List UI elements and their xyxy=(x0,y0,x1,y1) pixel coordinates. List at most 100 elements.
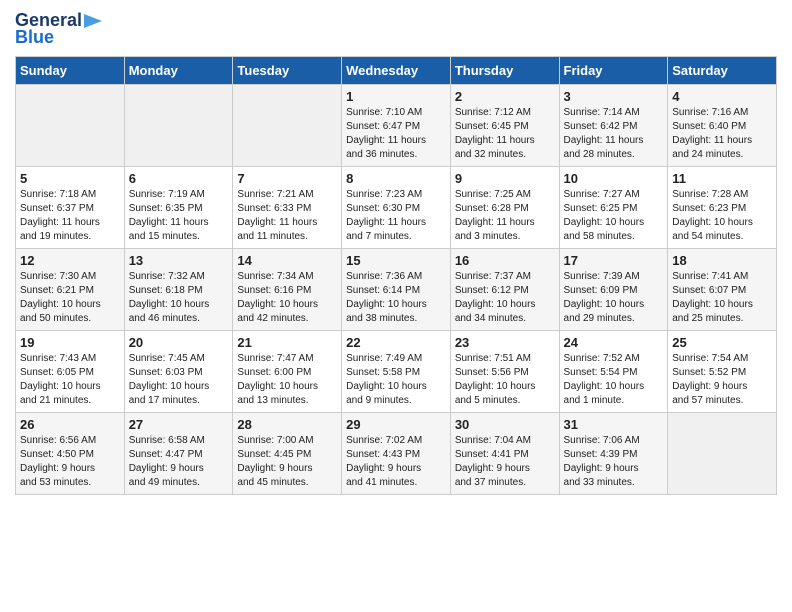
day-info: Sunrise: 7:54 AM Sunset: 5:52 PM Dayligh… xyxy=(672,352,772,408)
day-number: 5 xyxy=(20,171,120,186)
day-number: 27 xyxy=(129,417,229,432)
calendar-cell: 17 Sunrise: 7:39 AM Sunset: 6:09 PM Dayli… xyxy=(559,249,668,331)
calendar-cell: 25 Sunrise: 7:54 AM Sunset: 5:52 PM Dayli… xyxy=(668,331,777,413)
day-number: 2 xyxy=(455,89,555,104)
calendar-cell xyxy=(233,85,342,167)
calendar-cell: 10Sunrise: 7:27 AM Sunset: 6:25 PM Dayli… xyxy=(559,167,668,249)
day-info: Sunrise: 7:45 AM Sunset: 6:03 PM Dayligh… xyxy=(129,352,229,408)
day-info: Sunrise: 7:00 AM Sunset: 4:45 PM Dayligh… xyxy=(237,434,337,490)
day-number: 29 xyxy=(346,417,446,432)
calendar-cell: 20 Sunrise: 7:45 AM Sunset: 6:03 PM Dayli… xyxy=(124,331,233,413)
day-info: Sunrise: 7:19 AM Sunset: 6:35 PM Dayligh… xyxy=(129,188,229,244)
day-number: 1 xyxy=(346,89,446,104)
day-info: Sunrise: 7:32 AM Sunset: 6:18 PM Dayligh… xyxy=(129,270,229,326)
header-saturday: Saturday xyxy=(668,57,777,85)
calendar-cell: 24Sunrise: 7:52 AM Sunset: 5:54 PM Dayli… xyxy=(559,331,668,413)
day-number: 11 xyxy=(672,171,772,186)
header-tuesday: Tuesday xyxy=(233,57,342,85)
day-number: 20 xyxy=(129,335,229,350)
day-info: Sunrise: 7:52 AM Sunset: 5:54 PM Dayligh… xyxy=(564,352,664,408)
day-number: 28 xyxy=(237,417,337,432)
day-info: Sunrise: 7:18 AM Sunset: 6:37 PM Dayligh… xyxy=(20,188,120,244)
day-number: 9 xyxy=(455,171,555,186)
calendar-cell: 15 Sunrise: 7:36 AM Sunset: 6:14 PM Dayli… xyxy=(342,249,451,331)
day-number: 21 xyxy=(237,335,337,350)
day-info: Sunrise: 6:56 AM Sunset: 4:50 PM Dayligh… xyxy=(20,434,120,490)
calendar-cell: 2 Sunrise: 7:12 AM Sunset: 6:45 PM Daylig… xyxy=(450,85,559,167)
day-number: 7 xyxy=(237,171,337,186)
day-info: Sunrise: 7:25 AM Sunset: 6:28 PM Dayligh… xyxy=(455,188,555,244)
day-number: 12 xyxy=(20,253,120,268)
calendar-cell: 3 Sunrise: 7:14 AM Sunset: 6:42 PM Daylig… xyxy=(559,85,668,167)
calendar-cell xyxy=(16,85,125,167)
calendar-cell: 5 Sunrise: 7:18 AM Sunset: 6:37 PM Daylig… xyxy=(16,167,125,249)
day-info: Sunrise: 7:49 AM Sunset: 5:58 PM Dayligh… xyxy=(346,352,446,408)
day-number: 13 xyxy=(129,253,229,268)
calendar-cell: 7 Sunrise: 7:21 AM Sunset: 6:33 PM Daylig… xyxy=(233,167,342,249)
calendar-cell: 26 Sunrise: 6:56 AM Sunset: 4:50 PM Dayli… xyxy=(16,413,125,495)
day-info: Sunrise: 7:34 AM Sunset: 6:16 PM Dayligh… xyxy=(237,270,337,326)
day-number: 26 xyxy=(20,417,120,432)
day-info: Sunrise: 7:23 AM Sunset: 6:30 PM Dayligh… xyxy=(346,188,446,244)
calendar-cell: 23 Sunrise: 7:51 AM Sunset: 5:56 PM Dayli… xyxy=(450,331,559,413)
calendar-cell: 29 Sunrise: 7:02 AM Sunset: 4:43 PM Dayli… xyxy=(342,413,451,495)
calendar-cell xyxy=(668,413,777,495)
day-info: Sunrise: 7:06 AM Sunset: 4:39 PM Dayligh… xyxy=(564,434,664,490)
calendar-cell: 27 Sunrise: 6:58 AM Sunset: 4:47 PM Dayli… xyxy=(124,413,233,495)
calendar-cell: 6 Sunrise: 7:19 AM Sunset: 6:35 PM Daylig… xyxy=(124,167,233,249)
day-info: Sunrise: 7:21 AM Sunset: 6:33 PM Dayligh… xyxy=(237,188,337,244)
day-info: Sunrise: 6:58 AM Sunset: 4:47 PM Dayligh… xyxy=(129,434,229,490)
calendar-cell: 1 Sunrise: 7:10 AM Sunset: 6:47 PM Daylig… xyxy=(342,85,451,167)
calendar-week-row: 12 Sunrise: 7:30 AM Sunset: 6:21 PM Dayli… xyxy=(16,249,777,331)
day-info: Sunrise: 7:10 AM Sunset: 6:47 PM Dayligh… xyxy=(346,106,446,162)
calendar-cell: 8 Sunrise: 7:23 AM Sunset: 6:30 PM Daylig… xyxy=(342,167,451,249)
header-friday: Friday xyxy=(559,57,668,85)
day-info: Sunrise: 7:37 AM Sunset: 6:12 PM Dayligh… xyxy=(455,270,555,326)
day-info: Sunrise: 7:36 AM Sunset: 6:14 PM Dayligh… xyxy=(346,270,446,326)
calendar-week-row: 26 Sunrise: 6:56 AM Sunset: 4:50 PM Dayli… xyxy=(16,413,777,495)
day-info: Sunrise: 7:30 AM Sunset: 6:21 PM Dayligh… xyxy=(20,270,120,326)
calendar-header-row: SundayMondayTuesdayWednesdayThursdayFrid… xyxy=(16,57,777,85)
calendar-cell: 31 Sunrise: 7:06 AM Sunset: 4:39 PM Dayli… xyxy=(559,413,668,495)
logo: General Blue xyxy=(15,10,104,48)
day-number: 23 xyxy=(455,335,555,350)
day-info: Sunrise: 7:12 AM Sunset: 6:45 PM Dayligh… xyxy=(455,106,555,162)
day-info: Sunrise: 7:51 AM Sunset: 5:56 PM Dayligh… xyxy=(455,352,555,408)
day-info: Sunrise: 7:28 AM Sunset: 6:23 PM Dayligh… xyxy=(672,188,772,244)
calendar-week-row: 19Sunrise: 7:43 AM Sunset: 6:05 PM Dayli… xyxy=(16,331,777,413)
day-number: 8 xyxy=(346,171,446,186)
day-info: Sunrise: 7:47 AM Sunset: 6:00 PM Dayligh… xyxy=(237,352,337,408)
day-info: Sunrise: 7:02 AM Sunset: 4:43 PM Dayligh… xyxy=(346,434,446,490)
calendar-cell: 19Sunrise: 7:43 AM Sunset: 6:05 PM Dayli… xyxy=(16,331,125,413)
header-wednesday: Wednesday xyxy=(342,57,451,85)
calendar-cell: 11 Sunrise: 7:28 AM Sunset: 6:23 PM Dayli… xyxy=(668,167,777,249)
header-monday: Monday xyxy=(124,57,233,85)
day-number: 16 xyxy=(455,253,555,268)
calendar-cell: 12 Sunrise: 7:30 AM Sunset: 6:21 PM Dayli… xyxy=(16,249,125,331)
calendar-cell: 14 Sunrise: 7:34 AM Sunset: 6:16 PM Dayli… xyxy=(233,249,342,331)
header-thursday: Thursday xyxy=(450,57,559,85)
day-number: 25 xyxy=(672,335,772,350)
calendar-cell: 9 Sunrise: 7:25 AM Sunset: 6:28 PM Daylig… xyxy=(450,167,559,249)
calendar-cell xyxy=(124,85,233,167)
calendar-week-row: 1 Sunrise: 7:10 AM Sunset: 6:47 PM Daylig… xyxy=(16,85,777,167)
calendar-cell: 13 Sunrise: 7:32 AM Sunset: 6:18 PM Dayli… xyxy=(124,249,233,331)
day-number: 31 xyxy=(564,417,664,432)
calendar-cell: 4Sunrise: 7:16 AM Sunset: 6:40 PM Daylig… xyxy=(668,85,777,167)
day-info: Sunrise: 7:43 AM Sunset: 6:05 PM Dayligh… xyxy=(20,352,120,408)
day-number: 15 xyxy=(346,253,446,268)
day-number: 6 xyxy=(129,171,229,186)
day-number: 10 xyxy=(564,171,664,186)
calendar-cell: 30Sunrise: 7:04 AM Sunset: 4:41 PM Dayli… xyxy=(450,413,559,495)
day-number: 17 xyxy=(564,253,664,268)
calendar-cell: 18Sunrise: 7:41 AM Sunset: 6:07 PM Dayli… xyxy=(668,249,777,331)
logo-arrow-icon xyxy=(82,12,104,30)
page-header: General Blue xyxy=(15,10,777,48)
day-number: 3 xyxy=(564,89,664,104)
calendar-cell: 22Sunrise: 7:49 AM Sunset: 5:58 PM Dayli… xyxy=(342,331,451,413)
calendar-table: SundayMondayTuesdayWednesdayThursdayFrid… xyxy=(15,56,777,495)
day-number: 14 xyxy=(237,253,337,268)
day-info: Sunrise: 7:16 AM Sunset: 6:40 PM Dayligh… xyxy=(672,106,772,162)
day-info: Sunrise: 7:39 AM Sunset: 6:09 PM Dayligh… xyxy=(564,270,664,326)
day-info: Sunrise: 7:14 AM Sunset: 6:42 PM Dayligh… xyxy=(564,106,664,162)
